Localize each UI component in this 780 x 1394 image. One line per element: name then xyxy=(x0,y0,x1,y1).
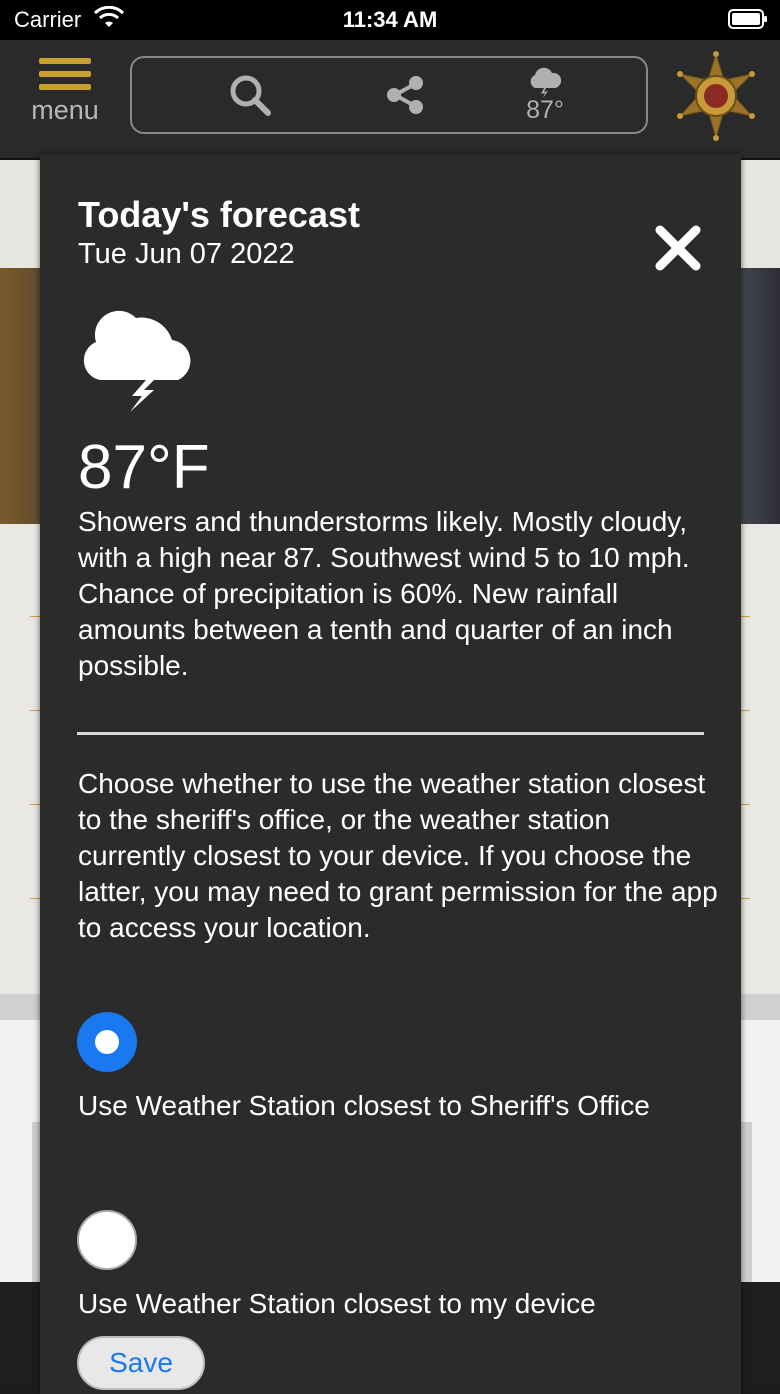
clock: 11:34 AM xyxy=(342,7,438,32)
station-choice-text: Choose whether to use the weather statio… xyxy=(78,768,718,943)
radio-label-device-station[interactable]: Use Weather Station closest to my device xyxy=(78,1286,698,1322)
battery-icon xyxy=(728,9,768,29)
share-icon xyxy=(387,76,423,114)
radio-device-station[interactable] xyxy=(77,1210,137,1270)
save-button[interactable]: Save xyxy=(77,1336,205,1390)
storm-cloud-icon xyxy=(530,67,562,98)
app-header: menu 87° xyxy=(0,40,780,160)
search-icon xyxy=(230,75,271,116)
menu-icon xyxy=(24,58,106,90)
close-button[interactable] xyxy=(652,222,704,274)
sheriff-badge-icon[interactable] xyxy=(670,50,762,142)
thunderstorm-cloud-icon xyxy=(76,304,202,416)
forecast-modal: Today's forecast Tue Jun 07 2022 87°F Sh… xyxy=(40,154,741,1394)
search-button[interactable] xyxy=(222,58,278,132)
divider xyxy=(77,732,704,735)
forecast-date: Tue Jun 07 2022 xyxy=(78,238,295,270)
radio-label-sheriff-station[interactable]: Use Weather Station closest to Sheriff's… xyxy=(78,1088,698,1124)
forecast-description: Showers and thunderstorms likely. Mostly… xyxy=(78,506,690,681)
share-button[interactable] xyxy=(380,58,430,132)
close-icon xyxy=(655,225,701,271)
status-bar: Carrier 11:34 AM xyxy=(0,0,780,40)
weather-button[interactable]: 87° xyxy=(512,58,578,132)
modal-title: Today's forecast xyxy=(78,194,360,235)
menu-label: menu xyxy=(31,95,99,125)
menu-button[interactable]: menu xyxy=(24,58,106,138)
header-temperature: 87° xyxy=(526,95,564,124)
current-temperature: 87°F xyxy=(78,433,210,502)
toolbar: 87° xyxy=(130,56,648,134)
radio-sheriff-station[interactable] xyxy=(77,1012,137,1072)
